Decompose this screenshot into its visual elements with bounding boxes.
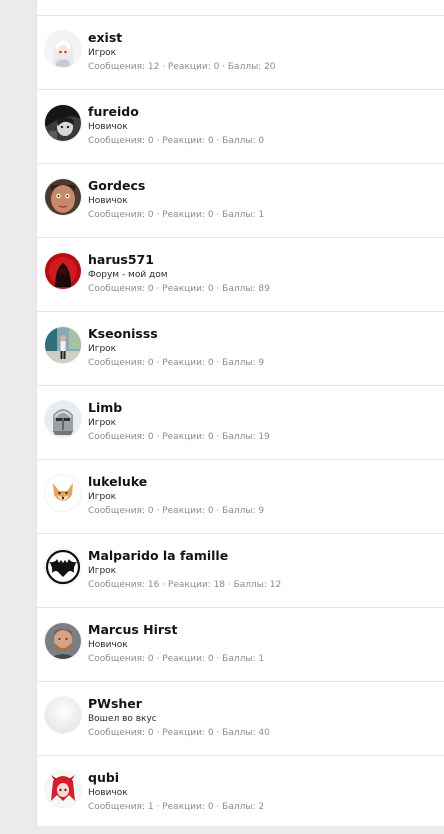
- member-name[interactable]: exist: [88, 30, 276, 46]
- member-name[interactable]: qubi: [88, 770, 264, 786]
- member-stats: Сообщения: 16 · Реакции: 18 · Баллы: 12: [88, 580, 282, 590]
- member-title: Игрок: [88, 48, 117, 58]
- fox-avatar-icon[interactable]: [45, 475, 81, 511]
- member-row[interactable]: Malparido la famille Игрок Сообщения: 16…: [37, 534, 444, 608]
- page-bottom-margin: [36, 826, 444, 834]
- member-stats: Сообщения: 0 · Реакции: 0 · Баллы: 1: [88, 654, 265, 664]
- member-title: Игрок: [88, 344, 117, 354]
- member-name[interactable]: lukeluke: [88, 474, 264, 490]
- knight-helmet-avatar-icon[interactable]: [45, 401, 81, 437]
- member-name[interactable]: Gordecs: [88, 178, 264, 194]
- member-title: Новичок: [88, 788, 128, 798]
- member-row[interactable]: harus571 Форум - мой дом Сообщения: 0 · …: [37, 238, 444, 312]
- member-name[interactable]: Marcus Hirst: [88, 622, 264, 638]
- dark-anime-avatar-icon[interactable]: [45, 105, 81, 141]
- man-photo-avatar-icon[interactable]: [45, 623, 81, 659]
- member-stats: Сообщения: 0 · Реакции: 0 · Баллы: 1: [88, 210, 265, 220]
- member-stats: Сообщения: 0 · Реакции: 0 · Баллы: 9: [88, 506, 265, 516]
- red-hooded-figure-avatar-icon[interactable]: [45, 253, 81, 289]
- member-stats: Сообщения: 0 · Реакции: 0 · Баллы: 9: [88, 358, 265, 368]
- member-title: Игрок: [88, 418, 117, 428]
- member-row[interactable]: Marcus Hirst Новичок Сообщения: 0 · Реак…: [37, 608, 444, 682]
- member-title: Новичок: [88, 640, 128, 650]
- member-name[interactable]: Kseonisss: [88, 326, 264, 342]
- member-title: Игрок: [88, 566, 117, 576]
- member-row[interactable]: Kseonisss Игрок Сообщения: 0 · Реакции: …: [37, 312, 444, 386]
- member-stats: Сообщения: 0 · Реакции: 0 · Баллы: 0: [88, 136, 265, 146]
- member-row[interactable]: fureido Новичок Сообщения: 0 · Реакции: …: [37, 90, 444, 164]
- face-photo-avatar-icon[interactable]: [45, 179, 81, 215]
- member-title: Форум - мой дом: [88, 270, 168, 280]
- member-stats: Сообщения: 12 · Реакции: 0 · Баллы: 20: [88, 62, 276, 72]
- member-title: Новичок: [88, 122, 128, 132]
- bat-logo-avatar-icon[interactable]: [45, 549, 81, 585]
- member-stats: Сообщения: 0 · Реакции: 0 · Баллы: 40: [88, 728, 270, 738]
- person-standing-avatar-icon[interactable]: [45, 327, 81, 363]
- anime-white-hair-avatar-icon[interactable]: [45, 31, 81, 67]
- member-row[interactable]: qubi Новичок Сообщения: 1 · Реакции: 0 ·…: [37, 756, 444, 829]
- blank-white-avatar-icon[interactable]: [45, 697, 81, 733]
- member-name[interactable]: Limb: [88, 400, 270, 416]
- member-stats: Сообщения: 1 · Реакции: 0 · Баллы: 2: [88, 802, 265, 812]
- member-title: Игрок: [88, 492, 117, 502]
- member-row[interactable]: Limb Игрок Сообщения: 0 · Реакции: 0 · Б…: [37, 386, 444, 460]
- member-name[interactable]: Malparido la famille: [88, 548, 281, 564]
- list-divider: [37, 0, 444, 16]
- red-anime-avatar-icon[interactable]: [45, 771, 81, 807]
- member-name[interactable]: fureido: [88, 104, 264, 120]
- member-stats: Сообщения: 0 · Реакции: 0 · Баллы: 89: [88, 284, 270, 294]
- member-row[interactable]: PWsher Вошел во вкус Сообщения: 0 · Реак…: [37, 682, 444, 756]
- member-name[interactable]: harus571: [88, 252, 270, 268]
- member-stats: Сообщения: 0 · Реакции: 0 · Баллы: 19: [88, 432, 270, 442]
- member-row[interactable]: Gordecs Новичок Сообщения: 0 · Реакции: …: [37, 164, 444, 238]
- member-list: exist Игрок Сообщения: 12 · Реакции: 0 ·…: [36, 0, 444, 834]
- member-title: Новичок: [88, 196, 128, 206]
- member-title: Вошел во вкус: [88, 714, 157, 724]
- member-row[interactable]: lukeluke Игрок Сообщения: 0 · Реакции: 0…: [37, 460, 444, 534]
- member-row[interactable]: exist Игрок Сообщения: 12 · Реакции: 0 ·…: [37, 16, 444, 90]
- member-name[interactable]: PWsher: [88, 696, 270, 712]
